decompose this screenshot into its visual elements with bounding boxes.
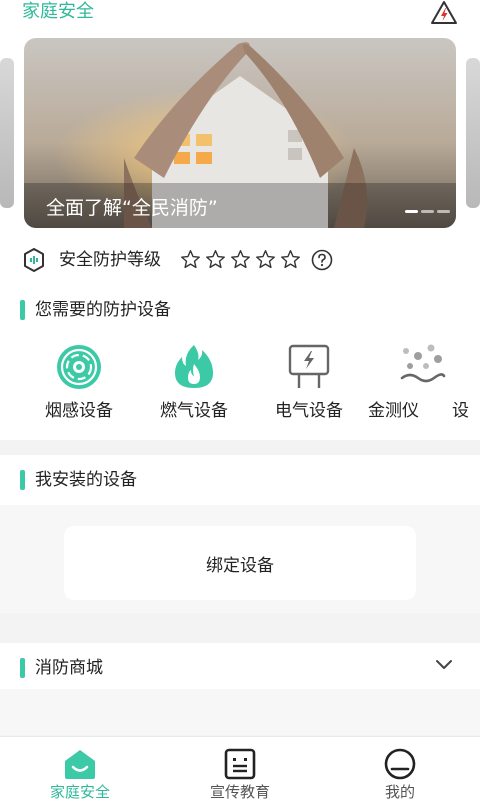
device-item-electrical[interactable]: 电气设备 (259, 342, 359, 432)
device-label: 电气设备 (275, 401, 343, 421)
devices-section: 您需要的防护设备 烟感设备 燃气设备 电气设备 金测仪 设 (0, 282, 480, 440)
section-accent-bar (20, 300, 25, 320)
section-title: 您需要的防护设备 (35, 300, 171, 320)
installed-section: 我安装的设备 绑定设备 (0, 455, 480, 613)
indicator-dot (405, 210, 418, 213)
star-icon (205, 249, 226, 270)
section-accent-bar (20, 470, 25, 490)
banner-caption: 全面了解“全民消防” (46, 197, 218, 219)
device-label: 燃气设备 (160, 401, 228, 421)
indicator-dot (437, 210, 450, 213)
installed-header: 我安装的设备 (0, 455, 480, 505)
indicator-dot (421, 210, 434, 213)
star-icon (180, 249, 201, 270)
smoke-detector-icon (54, 342, 104, 392)
section-title: 消防商城 (35, 658, 103, 678)
device-item-smoke[interactable]: 烟感设备 (29, 342, 129, 432)
mall-section: 消防商城 (0, 643, 480, 735)
tab-label: 家庭安全 (49, 783, 110, 800)
tab-home-safety[interactable]: 家庭安全 (20, 737, 140, 800)
next-banner-peek[interactable] (466, 58, 480, 208)
device-item-gas[interactable]: 燃气设备 (144, 342, 244, 432)
education-icon (222, 747, 258, 781)
banner-carousel[interactable]: 全面了解“全民消防” (0, 38, 480, 228)
chevron-down-icon[interactable] (434, 657, 454, 671)
profile-icon (382, 747, 418, 781)
device-label: 烟感设备 (45, 401, 113, 421)
section-accent-bar (20, 658, 25, 678)
mall-body (0, 689, 480, 735)
star-icon (230, 249, 251, 270)
tab-label: 宣传教育 (209, 783, 270, 800)
star-icon (255, 249, 276, 270)
mall-header[interactable]: 消防商城 (0, 643, 480, 689)
protection-level-label: 安全防护等级 (59, 250, 161, 270)
banner-slide[interactable]: 全面了解“全民消防” (24, 38, 456, 228)
device-item-partial[interactable]: 设 (452, 342, 480, 432)
prev-banner-peek[interactable] (0, 58, 14, 208)
tab-profile[interactable]: 我的 (340, 737, 460, 800)
device-label: 金测仪 (368, 401, 419, 421)
electrical-panel-icon (284, 342, 334, 392)
banner-indicator (405, 210, 450, 213)
alert-warning-icon[interactable] (430, 0, 458, 26)
installed-body: 绑定设备 (0, 505, 480, 613)
device-item-detector[interactable]: 金测仪 (368, 342, 448, 432)
tab-education[interactable]: 宣传教育 (180, 737, 300, 800)
shield-icon (23, 248, 45, 272)
gas-flame-icon (169, 342, 219, 392)
bind-device-button[interactable]: 绑定设备 (64, 526, 416, 600)
device-label-partial: 设 (452, 401, 469, 421)
help-icon[interactable] (311, 249, 333, 271)
home-icon (62, 747, 98, 781)
particles-detector-icon (398, 342, 448, 392)
header: 家庭安全 全面了解“全民消防” (0, 0, 480, 242)
bottom-tabbar: 家庭安全 宣传教育 我的 (0, 736, 480, 800)
protection-level-row: 安全防护等级 (0, 242, 480, 282)
star-rating (180, 249, 301, 270)
tab-label: 我的 (384, 783, 415, 800)
star-icon (280, 249, 301, 270)
page-title: 家庭安全 (22, 1, 94, 22)
section-title: 我安装的设备 (35, 470, 137, 490)
